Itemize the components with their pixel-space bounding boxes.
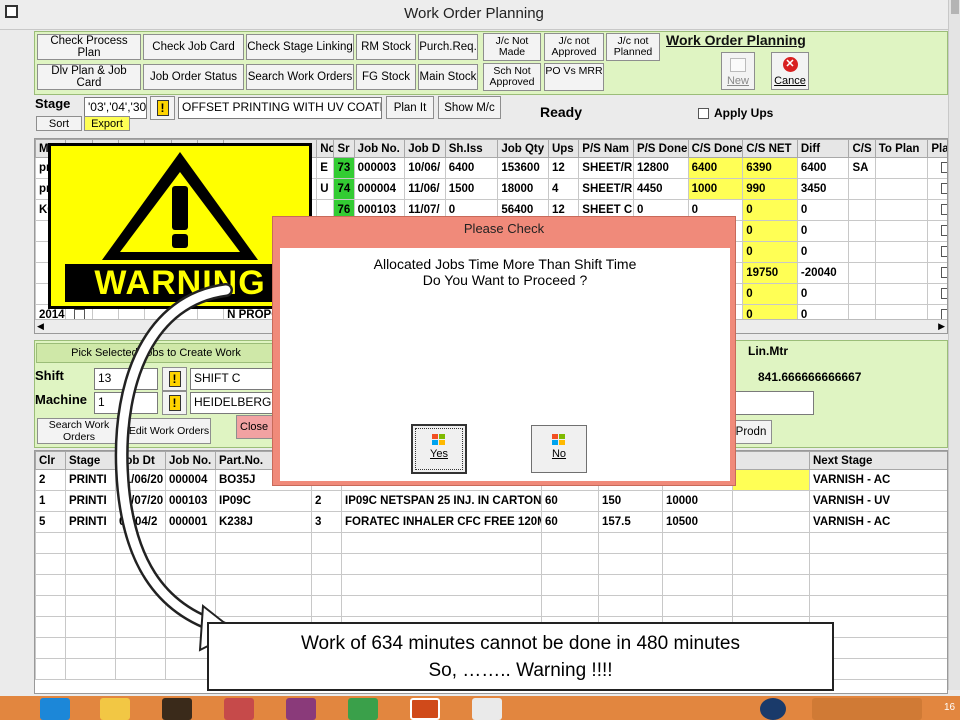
chrome-icon[interactable] xyxy=(348,698,378,720)
window-app-icon[interactable] xyxy=(472,698,502,720)
puzzle-app-icon[interactable] xyxy=(286,698,316,720)
file-explorer-icon[interactable] xyxy=(100,698,130,720)
ie-icon[interactable] xyxy=(40,698,70,720)
clock-text: 16 xyxy=(944,702,956,713)
annotation-arrow xyxy=(114,283,238,652)
taskbar: 16 xyxy=(0,696,960,720)
erp-app-icon[interactable] xyxy=(410,698,440,720)
callout-line2: So, …….. Warning !!!! xyxy=(428,660,613,681)
media-player-icon[interactable] xyxy=(162,698,192,720)
annotation-callout: Work of 634 minutes cannot be done in 48… xyxy=(207,622,834,691)
hp-icon[interactable] xyxy=(224,698,254,720)
system-tray[interactable] xyxy=(812,698,922,720)
callout-line1: Work of 634 minutes cannot be done in 48… xyxy=(300,633,741,654)
help-icon[interactable] xyxy=(760,698,786,720)
